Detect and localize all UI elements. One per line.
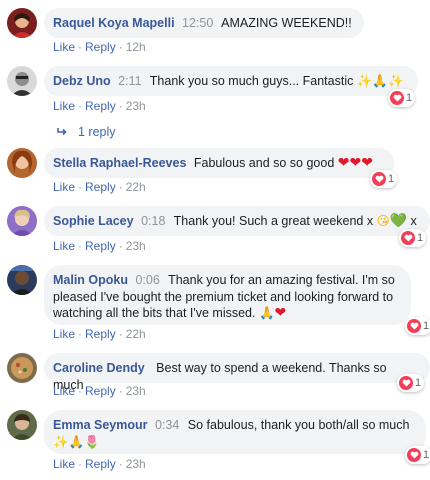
sparkles-emoji: ✨: [388, 73, 404, 88]
reaction-count: 1: [423, 449, 430, 461]
avatar[interactable]: [7, 8, 37, 38]
video-timestamp[interactable]: 0:18: [141, 214, 165, 228]
love-reaction-icon: [401, 231, 415, 245]
comment-text: Fabulous and so so good: [193, 156, 335, 170]
comment-text-end: x: [410, 214, 417, 228]
avatar[interactable]: [7, 410, 37, 440]
commenter-name[interactable]: Debz Uno: [53, 74, 111, 88]
reaction-count: 1: [406, 92, 413, 104]
comment-actions: Like · Reply · 22h: [53, 327, 146, 341]
kissing-face-emoji: 😘: [376, 213, 390, 228]
like-link[interactable]: Like: [53, 99, 75, 113]
reaction-badge[interactable]: 1: [370, 170, 398, 188]
comment-text: Thank you! Such a great weekend x: [173, 214, 374, 228]
folded-hands-emoji: 🙏: [258, 305, 275, 320]
folded-hands-emoji: 🙏: [68, 433, 85, 449]
green-heart-emoji: 💚: [389, 213, 408, 229]
like-link[interactable]: Like: [53, 457, 75, 471]
comment-bubble: Raquel Koya Mapelli 12:50 AMAZING WEEKEN…: [44, 8, 364, 38]
like-link[interactable]: Like: [53, 327, 75, 341]
comment-actions: Like · Reply · 12h: [53, 40, 146, 54]
reply-link[interactable]: Reply: [85, 384, 116, 398]
reply-link[interactable]: Reply: [85, 40, 116, 54]
video-timestamp[interactable]: 2:11: [118, 74, 141, 88]
comment-age[interactable]: 12h: [126, 40, 146, 54]
comment-actions: Like · Reply · 22h: [53, 180, 146, 194]
comment-actions: Like · Reply · 23h: [53, 239, 146, 253]
comment-actions: Like · Reply · 23h: [53, 384, 146, 398]
reply-count-label: 1 reply: [78, 125, 116, 139]
commenter-name[interactable]: Raquel Koya Mapelli: [53, 16, 175, 30]
comment-text: AMAZING WEEKEND!!: [221, 16, 352, 30]
comment-age[interactable]: 23h: [126, 239, 146, 253]
comment-bubble: Caroline Dendy Best way to spend a weeke…: [44, 353, 430, 392]
comment-age[interactable]: 23h: [126, 99, 146, 113]
commenter-name[interactable]: Stella Raphael-Reeves: [53, 156, 186, 170]
red-heart-emoji: ❤: [274, 305, 287, 321]
reaction-badge[interactable]: 1: [388, 89, 416, 107]
avatar[interactable]: [7, 66, 37, 96]
tulip-emoji: 🌷: [84, 433, 100, 449]
reaction-badge[interactable]: 1: [405, 317, 430, 335]
reply-link[interactable]: Reply: [85, 180, 116, 194]
commenter-name[interactable]: Malin Opoku: [53, 273, 128, 287]
comment-age[interactable]: 23h: [126, 457, 146, 471]
video-timestamp[interactable]: 0:06: [135, 273, 159, 287]
comment-bubble: Emma Seymour 0:34 So fabulous, thank you…: [44, 410, 426, 454]
folded-hands-emoji: 🙏: [372, 73, 388, 88]
comment-actions: Like · Reply · 23h: [53, 99, 146, 113]
comment-actions: Like · Reply · 23h: [53, 457, 146, 471]
like-link[interactable]: Like: [53, 40, 75, 54]
reaction-count: 1: [423, 320, 430, 332]
love-reaction-icon: [372, 172, 386, 186]
reaction-count: 1: [417, 232, 424, 244]
like-link[interactable]: Like: [53, 384, 75, 398]
reaction-badge[interactable]: 1: [397, 374, 425, 392]
comment-age[interactable]: 22h: [126, 180, 146, 194]
commenter-name[interactable]: Emma Seymour: [53, 418, 147, 432]
reaction-count: 1: [415, 377, 422, 389]
video-timestamp[interactable]: 0:34: [155, 418, 179, 432]
love-reaction-icon: [399, 376, 413, 390]
like-link[interactable]: Like: [53, 180, 75, 194]
reaction-count: 1: [388, 173, 395, 185]
love-reaction-icon: [390, 91, 404, 105]
comment-age[interactable]: 23h: [126, 384, 146, 398]
reply-arrow-icon: [57, 125, 68, 139]
commenter-name[interactable]: Caroline Dendy: [53, 361, 145, 375]
video-timestamp[interactable]: 12:50: [182, 16, 213, 30]
comment-bubble: Debz Uno 2:11 Thank you so much guys... …: [44, 66, 418, 96]
reply-link[interactable]: Reply: [85, 457, 116, 471]
love-reaction-icon: [407, 319, 421, 333]
avatar[interactable]: [7, 353, 37, 383]
reply-link[interactable]: Reply: [85, 239, 116, 253]
commenter-name[interactable]: Sophie Lacey: [53, 214, 134, 228]
view-replies-link[interactable]: 1 reply: [57, 125, 116, 139]
comment-bubble: Stella Raphael-Reeves Fabulous and so so…: [44, 148, 394, 178]
comment-bubble: Malin Opoku 0:06 Thank you for an amazin…: [44, 265, 411, 325]
reaction-badge[interactable]: 1: [399, 229, 427, 247]
comment-text: Thank you so much guys... Fantastic: [149, 74, 354, 88]
reply-link[interactable]: Reply: [85, 99, 116, 113]
avatar[interactable]: [7, 206, 37, 236]
sparkles-emoji: ✨: [356, 73, 373, 88]
reply-link[interactable]: Reply: [85, 327, 116, 341]
comment-bubble: Sophie Lacey 0:18 Thank you! Such a grea…: [44, 206, 430, 236]
sparkles-emoji: ✨: [53, 433, 69, 449]
like-link[interactable]: Like: [53, 239, 75, 253]
love-reaction-icon: [407, 448, 421, 462]
reaction-badge[interactable]: 1: [405, 446, 430, 464]
comment-text: So fabulous, thank you both/all so much: [187, 418, 410, 432]
comment-age[interactable]: 22h: [126, 327, 146, 341]
avatar[interactable]: [7, 148, 37, 178]
red-heart-emoji: ❤❤❤: [337, 155, 373, 171]
avatar[interactable]: [7, 265, 37, 295]
